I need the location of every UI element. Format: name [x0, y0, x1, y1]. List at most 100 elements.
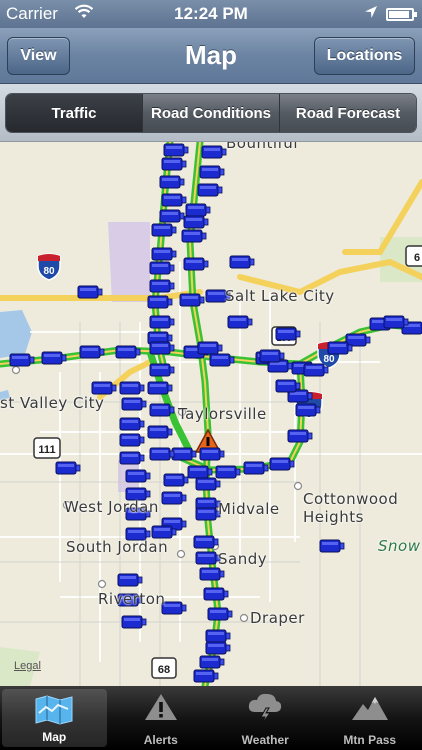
- traffic-camera-marker[interactable]: [215, 465, 241, 479]
- traffic-camera-marker[interactable]: [117, 573, 143, 587]
- traffic-camera-marker[interactable]: [243, 461, 269, 475]
- traffic-camera-marker[interactable]: [193, 535, 219, 549]
- traffic-camera-marker[interactable]: [121, 615, 147, 629]
- traffic-camera-marker[interactable]: [163, 473, 189, 487]
- traffic-camera-marker[interactable]: [147, 381, 173, 395]
- traffic-camera-marker[interactable]: [207, 607, 233, 621]
- traffic-camera-marker[interactable]: [199, 447, 225, 461]
- traffic-camera-marker[interactable]: [199, 655, 225, 669]
- traffic-camera-marker[interactable]: [197, 341, 223, 355]
- map-mode-segmented-control: Traffic Road Conditions Road Forecast: [5, 93, 417, 133]
- svg-text:80: 80: [43, 266, 55, 277]
- segment-toolbar: Traffic Road Conditions Road Forecast: [0, 84, 422, 142]
- traffic-camera-marker[interactable]: [151, 247, 177, 261]
- traffic-camera-marker[interactable]: [275, 327, 301, 341]
- svg-text:68: 68: [158, 664, 170, 676]
- traffic-camera-marker[interactable]: [205, 641, 231, 655]
- tab-weather-label: Weather: [241, 733, 289, 747]
- traffic-camera-marker[interactable]: [193, 669, 219, 683]
- traffic-camera-marker[interactable]: [195, 507, 221, 521]
- traffic-camera-marker[interactable]: [147, 295, 173, 309]
- traffic-camera-marker[interactable]: [275, 379, 301, 393]
- traffic-camera-marker[interactable]: [149, 279, 175, 293]
- svg-text:111: 111: [38, 444, 55, 456]
- traffic-camera-marker[interactable]: [151, 223, 177, 237]
- traffic-camera-marker[interactable]: [161, 491, 187, 505]
- traffic-camera-marker[interactable]: [303, 363, 329, 377]
- traffic-camera-marker[interactable]: [183, 257, 209, 271]
- route-68-shield: 68: [151, 657, 177, 679]
- traffic-camera-marker[interactable]: [161, 193, 187, 207]
- traffic-camera-marker[interactable]: [183, 215, 209, 229]
- traffic-camera-marker[interactable]: [203, 587, 229, 601]
- traffic-camera-marker[interactable]: [149, 261, 175, 275]
- traffic-camera-marker[interactable]: [119, 433, 145, 447]
- traffic-map[interactable]: 80 80 215 111 68 190 6: [0, 142, 422, 686]
- traffic-camera-marker[interactable]: [199, 165, 225, 179]
- traffic-camera-marker[interactable]: [197, 183, 223, 197]
- traffic-camera-marker[interactable]: [119, 417, 145, 431]
- traffic-camera-marker[interactable]: [159, 209, 185, 223]
- city-label-heights: Heights: [303, 508, 364, 526]
- traffic-camera-marker[interactable]: [319, 539, 345, 553]
- svg-text:80: 80: [323, 354, 335, 365]
- traffic-camera-marker[interactable]: [269, 457, 295, 471]
- traffic-camera-marker[interactable]: [115, 345, 141, 359]
- navigation-bar: View Map Locations: [0, 28, 422, 84]
- traffic-camera-marker[interactable]: [209, 353, 235, 367]
- tab-map[interactable]: Map: [2, 689, 107, 747]
- tab-mtn-pass[interactable]: Mtn Pass: [318, 686, 422, 750]
- traffic-camera-marker[interactable]: [149, 403, 175, 417]
- traffic-camera-marker[interactable]: [187, 465, 213, 479]
- traffic-camera-marker[interactable]: [205, 629, 231, 643]
- traffic-camera-marker[interactable]: [125, 469, 151, 483]
- traffic-camera-marker[interactable]: [199, 567, 225, 581]
- traffic-camera-marker[interactable]: [147, 425, 173, 439]
- traffic-camera-marker[interactable]: [179, 293, 205, 307]
- locations-button[interactable]: Locations: [314, 37, 415, 75]
- traffic-camera-marker[interactable]: [171, 447, 197, 461]
- traffic-camera-marker[interactable]: [161, 601, 187, 615]
- traffic-camera-marker[interactable]: [287, 429, 313, 443]
- traffic-camera-marker[interactable]: [327, 341, 353, 355]
- city-label-west-valley-city: st Valley City: [0, 394, 105, 412]
- traffic-camera-marker[interactable]: [163, 143, 189, 157]
- city-label-south-jordan: South Jordan: [66, 538, 169, 556]
- traffic-camera-marker[interactable]: [227, 315, 253, 329]
- tab-weather[interactable]: Weather: [213, 686, 318, 750]
- traffic-camera-marker[interactable]: [119, 381, 145, 395]
- traffic-camera-marker[interactable]: [149, 341, 175, 355]
- traffic-camera-marker[interactable]: [181, 229, 207, 243]
- traffic-camera-marker[interactable]: [159, 175, 185, 189]
- traffic-camera-marker[interactable]: [149, 363, 175, 377]
- traffic-camera-marker[interactable]: [149, 315, 175, 329]
- traffic-camera-marker[interactable]: [185, 203, 211, 217]
- segment-road-forecast[interactable]: Road Forecast: [280, 94, 416, 132]
- traffic-camera-marker[interactable]: [151, 525, 177, 539]
- traffic-camera-marker[interactable]: [55, 461, 81, 475]
- traffic-camera-marker[interactable]: [195, 551, 221, 565]
- traffic-camera-marker[interactable]: [77, 285, 103, 299]
- traffic-camera-marker[interactable]: [41, 351, 67, 365]
- traffic-camera-marker[interactable]: [91, 381, 117, 395]
- traffic-camera-marker[interactable]: [345, 333, 371, 347]
- traffic-camera-marker[interactable]: [201, 145, 227, 159]
- traffic-camera-marker[interactable]: [119, 451, 145, 465]
- great-salt-lake: [0, 310, 32, 358]
- clock: 12:24 PM: [174, 4, 248, 23]
- traffic-camera-marker[interactable]: [149, 447, 175, 461]
- segment-traffic[interactable]: Traffic: [6, 94, 143, 132]
- traffic-camera-marker[interactable]: [9, 353, 35, 367]
- traffic-camera-marker[interactable]: [121, 397, 147, 411]
- traffic-camera-marker[interactable]: [161, 157, 187, 171]
- traffic-camera-marker[interactable]: [79, 345, 105, 359]
- legal-link[interactable]: Legal: [14, 660, 41, 672]
- city-label-midvale: Midvale: [218, 500, 280, 518]
- traffic-camera-marker[interactable]: [229, 255, 255, 269]
- traffic-camera-marker[interactable]: [295, 403, 321, 417]
- traffic-camera-marker[interactable]: [195, 477, 221, 491]
- segment-road-conditions[interactable]: Road Conditions: [143, 94, 280, 132]
- traffic-camera-marker[interactable]: [259, 349, 285, 363]
- traffic-camera-marker[interactable]: [383, 315, 409, 329]
- tab-alerts[interactable]: Alerts: [109, 686, 214, 750]
